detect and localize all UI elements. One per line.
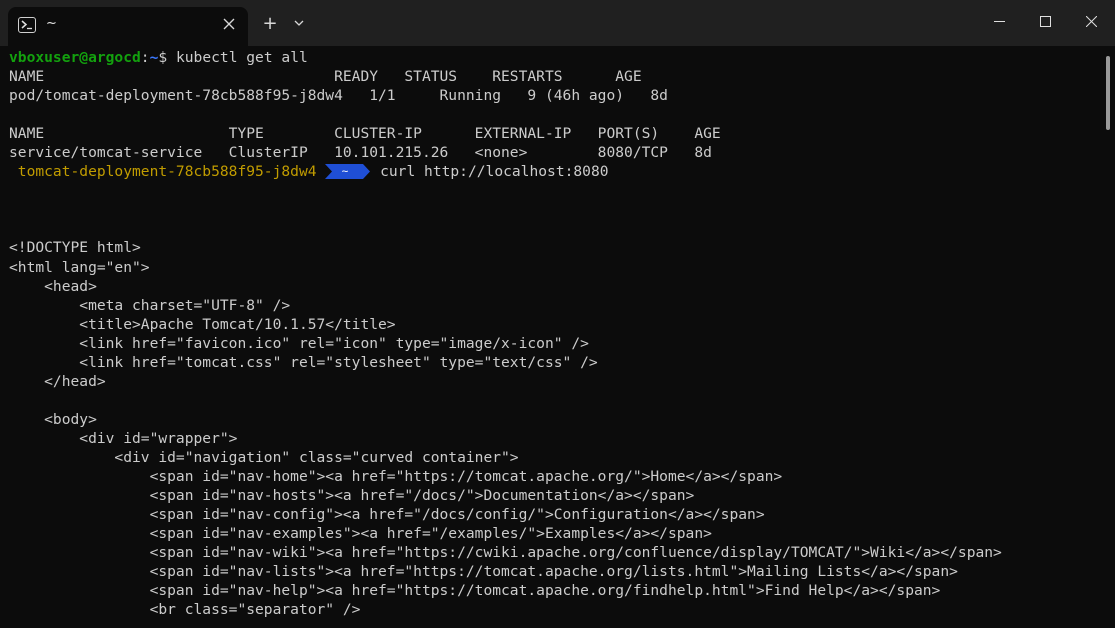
new-tab-button[interactable]: + <box>259 14 281 34</box>
output-line: <body> <box>9 410 97 428</box>
prompt-symbol: $ <box>158 49 168 66</box>
output-line: <head> <box>9 277 97 295</box>
terminal-output[interactable]: vboxuser@argocd:~$ kubectl get all NAME … <box>0 46 1105 628</box>
prompt-command: kubectl get all <box>167 49 308 66</box>
prompt-pod-segment: tomcat-deployment-78cb588f95-j8dw4 <box>9 163 326 181</box>
prompt-dir-segment-shape: ~ <box>325 164 371 180</box>
tab-title: ~ <box>46 16 57 31</box>
prompt2-line: tomcat-deployment-78cb588f95-j8dw4 ~ cur… <box>9 162 1105 181</box>
prompt2-command: curl http://localhost:8080 <box>371 163 609 181</box>
prompt-line: vboxuser@argocd:~$ kubectl get all <box>9 48 1105 67</box>
prompt-separator: : <box>140 49 150 66</box>
output-line: <span id="nav-hosts"><a href="/docs/">Do… <box>9 487 695 505</box>
prompt-dir-label: ~ <box>342 165 349 178</box>
terminal-tab[interactable]: ~ <box>8 7 248 46</box>
close-window-button[interactable] <box>1068 0 1114 42</box>
output-line: <span id="nav-config"><a href="/docs/con… <box>9 506 765 524</box>
output-line: <br class="separator" /> <box>9 601 361 619</box>
title-bar: ~ + <box>0 0 1115 46</box>
scrollbar-thumb[interactable] <box>1106 56 1110 130</box>
output-line: <div id="wrapper"> <box>9 429 238 447</box>
output-line: <div id="navigation" class="curved conta… <box>9 448 519 466</box>
output-line: <link href="favicon.ico" rel="icon" type… <box>9 334 589 352</box>
output-line: <html lang="en"> <box>9 258 150 276</box>
services-table-header: NAME TYPE CLUSTER-IP EXTERNAL-IP PORT(S)… <box>9 125 721 143</box>
output-line: </head> <box>9 372 106 390</box>
output-line: <span id="nav-examples"><a href="/exampl… <box>9 525 712 543</box>
output-line: <link href="tomcat.css" rel="stylesheet"… <box>9 353 598 371</box>
output-line: <span id="nav-help"><a href="https://tom… <box>9 582 941 600</box>
powershell-icon <box>18 17 36 33</box>
services-table-row: service/tomcat-service ClusterIP 10.101.… <box>9 144 712 162</box>
output-line: <meta charset="UTF-8" /> <box>9 296 291 314</box>
minimize-button[interactable] <box>976 0 1022 42</box>
chevron-down-icon[interactable] <box>291 15 307 31</box>
output-line: <span id="nav-lists"><a href="https://to… <box>9 563 958 581</box>
maximize-button[interactable] <box>1022 0 1068 42</box>
output-line: <title>Apache Tomcat/10.1.57</title> <box>9 315 396 333</box>
output-line: <span id="nav-wiki"><a href="https://cwi… <box>9 544 1002 562</box>
curl-output: <!DOCTYPE html> <html lang="en"> <head> <… <box>9 238 1105 619</box>
output-line: <!DOCTYPE html> <box>9 239 141 257</box>
close-tab-icon[interactable] <box>221 16 237 32</box>
prompt-user-host: vboxuser@argocd <box>9 49 141 66</box>
pods-table-row: pod/tomcat-deployment-78cb588f95-j8dw4 1… <box>9 87 668 105</box>
pods-table-header: NAME READY STATUS RESTARTS AGE <box>9 68 642 86</box>
output-line: <span id="nav-home"><a href="https://tom… <box>9 468 783 486</box>
